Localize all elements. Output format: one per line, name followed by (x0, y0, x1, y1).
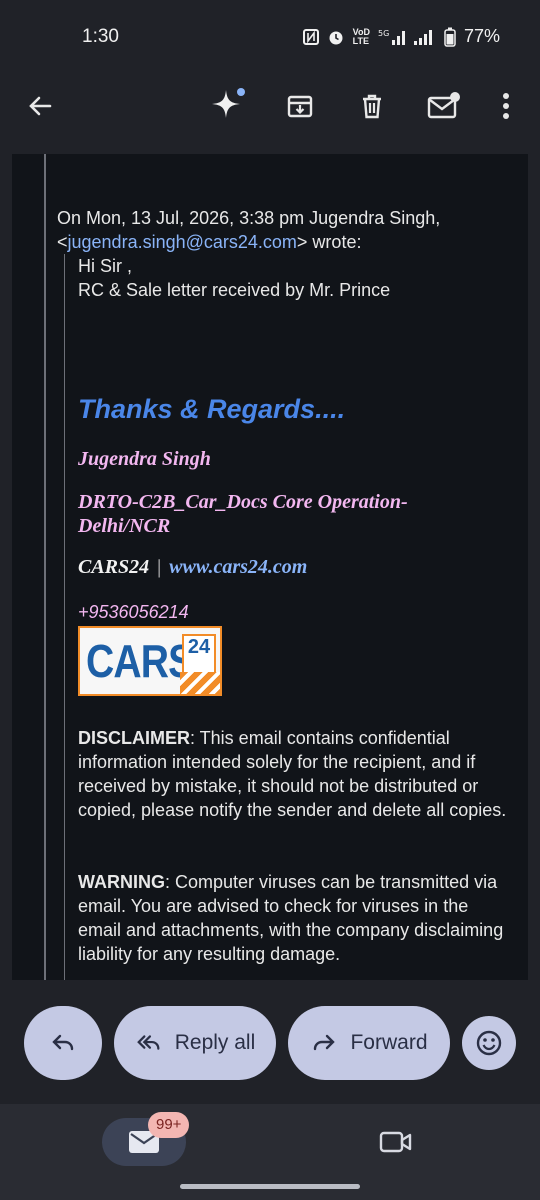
svg-text:5G: 5G (378, 29, 389, 38)
logo-stripes (180, 672, 220, 694)
emoji-reaction-button[interactable] (462, 1016, 516, 1070)
delete-icon (363, 94, 381, 119)
gemini-button[interactable] (206, 84, 250, 128)
video-camera-icon (379, 1131, 412, 1153)
reply-all-icon (135, 1029, 163, 1057)
status-time: 1:30 (82, 26, 119, 47)
quote-wrote: > wrote: (296, 232, 362, 252)
signature-name: Jugendra Singh (78, 448, 211, 470)
nfc-icon (302, 28, 319, 45)
reply-button[interactable] (24, 1006, 102, 1080)
reply-all-button[interactable]: Reply all (114, 1006, 276, 1080)
reply-icon (49, 1029, 77, 1057)
bottom-navigation: 99+ (0, 1104, 540, 1200)
signature-company: CARS24 (78, 556, 150, 578)
email-toolbar (0, 72, 540, 140)
warning-label: WARNING (78, 872, 165, 892)
cars24-logo: CARS 24 (78, 626, 222, 696)
quote-rule-inner (64, 254, 65, 980)
forward-icon (310, 1029, 338, 1057)
quote-header-text: On Mon, 13 Jul, 2026, 3:38 pm Jugendra S… (57, 208, 441, 228)
reply-actions: Reply all Forward (0, 980, 540, 1104)
status-bar: 1:30 VoD LTE 5G 77% (0, 0, 540, 72)
signature-pipe: | (157, 556, 162, 578)
email-body: On Mon, 13 Jul, 2026, 3:38 pm Jugendra S… (12, 154, 528, 980)
battery-percent: 77% (463, 26, 500, 46)
signal-5g-icon: 5G (378, 29, 405, 45)
archive-icon (287, 95, 313, 118)
quote-rule-outer (44, 154, 46, 980)
disclaimer-paragraph: DISCLAIMER: This email contains confiden… (78, 726, 508, 822)
delete-button[interactable] (350, 84, 394, 128)
mark-unread-button[interactable] (422, 84, 466, 128)
back-button[interactable] (18, 84, 62, 128)
sender-email-link[interactable]: jugendra.singh@cars24.com (68, 232, 297, 252)
forward-button[interactable]: Forward (288, 1006, 450, 1080)
signature-department: DRTO-C2B_Car_Docs Core Operation-Delhi/N… (78, 491, 408, 537)
status-icons: VoD LTE 5G 77% (302, 26, 500, 47)
forward-label: Forward (350, 1031, 428, 1054)
mail-unread-badge: 99+ (148, 1112, 190, 1138)
message-text: RC & Sale letter received by Mr. Prince (78, 280, 391, 300)
more-icon (503, 93, 509, 119)
battery-icon (444, 27, 456, 47)
reply-all-label: Reply all (174, 1031, 256, 1054)
mark-unread-icon (427, 92, 460, 119)
signal-icon (413, 29, 432, 45)
signature-thanks: Thanks & Regards.... (78, 394, 346, 424)
disclaimer-label: DISCLAIMER (78, 728, 190, 748)
volte-icon: VoD LTE (352, 26, 370, 46)
logo-number: 24 (187, 636, 211, 658)
greeting: Hi Sir , (78, 256, 132, 276)
archive-button[interactable] (278, 84, 322, 128)
back-icon (29, 96, 52, 116)
signature-company-line: CARS24 | www.cars24.com (78, 556, 307, 579)
signature-phone[interactable]: +9536056214 (78, 602, 189, 623)
logo-cars-text: CARS (86, 635, 194, 687)
emoji-icon (476, 1030, 502, 1056)
warning-paragraph: WARNING: Computer viruses can be transmi… (78, 870, 508, 966)
home-indicator[interactable] (180, 1184, 360, 1189)
signature-website-link[interactable]: www.cars24.com (169, 556, 307, 578)
sparkle-icon (212, 88, 245, 118)
meet-tab[interactable] (372, 1122, 420, 1162)
quote-header: On Mon, 13 Jul, 2026, 3:38 pm Jugendra S… (57, 206, 517, 254)
more-options-button[interactable] (486, 84, 526, 128)
quote-lt: < (57, 232, 68, 252)
alarm-icon (329, 31, 343, 44)
